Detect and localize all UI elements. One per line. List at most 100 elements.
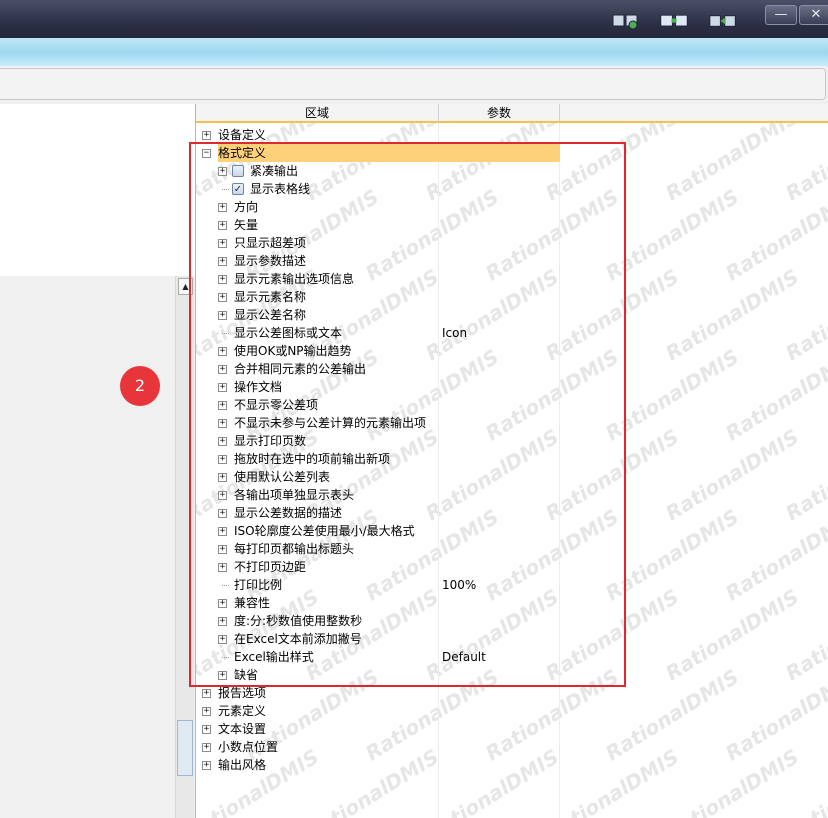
title-bar: — ✕ [0,0,828,38]
tree-row[interactable]: + 显示元素名称 [196,288,828,306]
expand-icon[interactable]: + [218,635,227,644]
tree-row[interactable]: + 显示参数描述 [196,252,828,270]
expand-icon[interactable]: + [218,617,227,626]
tree-row[interactable]: + 拖放时在选中的项前输出新项 [196,450,828,468]
expand-icon[interactable]: + [218,473,227,482]
tree-line [222,189,229,190]
tree-row[interactable]: + 合并相同元素的公差输出 [196,360,828,378]
expand-icon[interactable]: + [218,347,227,356]
expand-icon[interactable]: + [218,563,227,572]
close-button[interactable]: ✕ [799,5,828,25]
tree-row-label: 显示公差图标或文本 [234,326,343,340]
tree-row[interactable]: + 方向 [196,198,828,216]
tree-row[interactable]: + 矢量 [196,216,828,234]
tree-row[interactable]: + 不显示未参与公差计算的元素输出项 [196,414,828,432]
expand-icon[interactable]: + [218,509,227,518]
expand-icon[interactable]: + [218,365,227,374]
tree-row[interactable]: + 不打印页边距 [196,558,828,576]
checkbox[interactable] [232,165,244,177]
tree-row[interactable]: + 显示公差名称 [196,306,828,324]
scroll-thumb[interactable] [177,720,193,776]
expand-icon[interactable]: + [218,491,227,500]
expand-icon[interactable]: + [218,203,227,212]
tree-row[interactable]: + 显示元素输出选项信息 [196,270,828,288]
measure-tool-icon[interactable] [612,12,640,30]
tree-row[interactable]: + 输出风格 [196,756,828,774]
tree-row-value[interactable]: 100% [442,577,476,593]
tree-row-value[interactable]: Icon [442,325,467,341]
tree-row[interactable]: + 不显示零公差项 [196,396,828,414]
tree-row[interactable]: ✓ 显示表格线 [196,180,828,198]
expand-icon[interactable]: + [218,419,227,428]
ribbon-bar [0,38,828,66]
expand-icon[interactable]: + [218,671,227,680]
tree-row-label: 使用默认公差列表 [234,470,331,484]
transfer-icon[interactable] [709,12,737,30]
tree-row[interactable]: + 兼容性 [196,594,828,612]
tree-row-value[interactable]: Default [442,649,486,665]
tree-row[interactable]: − 格式定义 [196,144,828,162]
expand-icon[interactable]: + [218,401,227,410]
tree-row[interactable]: 显示公差图标或文本 Icon [196,324,828,342]
expand-icon[interactable]: + [218,455,227,464]
expand-icon[interactable]: + [218,257,227,266]
expand-icon[interactable]: + [202,725,211,734]
scroll-up-icon[interactable]: ▲ [178,278,193,295]
expand-icon[interactable]: + [202,131,211,140]
expand-icon[interactable]: + [218,239,227,248]
expand-icon[interactable]: + [218,293,227,302]
tree-row-label: Excel输出样式 [234,650,314,664]
tree-row[interactable]: + 显示公差数据的描述 [196,504,828,522]
expand-icon[interactable]: + [202,743,211,752]
report-view-icon[interactable] [660,12,688,30]
tree-row[interactable]: + 元素定义 [196,702,828,720]
tree-row[interactable]: + 各输出项单独显示表头 [196,486,828,504]
left-scrollbar[interactable]: ▲ [175,276,194,818]
column-header-area[interactable]: 区域 [196,104,439,122]
expand-icon[interactable]: + [202,707,211,716]
tree-row[interactable]: + 度:分:秒数值使用整数秒 [196,612,828,630]
expand-icon[interactable]: + [218,311,227,320]
tree-row-label: 方向 [234,200,259,214]
tree-row[interactable]: + 缺省 [196,666,828,684]
tree-row[interactable]: + 设备定义 [196,126,828,144]
tree-row[interactable]: + 每打印页都输出标题头 [196,540,828,558]
tree-row-label: 不显示零公差项 [234,398,319,412]
expand-icon[interactable]: + [218,545,227,554]
collapse-icon[interactable]: − [202,149,211,158]
tree-row-label: 显示元素输出选项信息 [234,272,355,286]
expand-icon[interactable]: + [202,761,211,770]
tree-row[interactable]: + 紧凑输出 [196,162,828,180]
expand-icon[interactable]: + [218,599,227,608]
expand-icon[interactable]: + [218,527,227,536]
tree-row[interactable]: + 报告选项 [196,684,828,702]
tree-line [222,657,229,658]
tree-row[interactable]: + 操作文档 [196,378,828,396]
expand-icon[interactable]: + [218,167,227,176]
tree-row[interactable]: 打印比例 100% [196,576,828,594]
tree-row-label: 合并相同元素的公差输出 [234,362,367,376]
checkbox[interactable]: ✓ [232,183,244,195]
tree-row[interactable]: + 在Excel文本前添加撇号 [196,630,828,648]
tree-row[interactable]: + 使用OK或NP输出趋势 [196,342,828,360]
expand-icon[interactable]: + [202,689,211,698]
column-header-parameter[interactable]: 参数 [439,104,560,122]
minimize-button[interactable]: — [765,5,797,25]
expand-icon[interactable]: + [218,383,227,392]
tree-row[interactable]: + 文本设置 [196,720,828,738]
tree-row[interactable]: + 小数点位置 [196,738,828,756]
tree-row[interactable]: + 只显示超差项 [196,234,828,252]
tree-row[interactable]: + 使用默认公差列表 [196,468,828,486]
tree-row[interactable]: + ISO轮廓度公差使用最小/最大格式 [196,522,828,540]
tree-row-label: 元素定义 [218,704,267,718]
toolbar-panel [0,68,826,100]
selection-highlight [218,144,560,162]
tree-row[interactable]: Excel输出样式 Default [196,648,828,666]
tree-row-label: 格式定义 [218,146,267,160]
tree-row-label: 报告选项 [218,686,267,700]
expand-icon[interactable]: + [218,275,227,284]
tree-row[interactable]: + 显示打印页数 [196,432,828,450]
tree-row-label: 缺省 [234,668,259,682]
expand-icon[interactable]: + [218,221,227,230]
expand-icon[interactable]: + [218,437,227,446]
